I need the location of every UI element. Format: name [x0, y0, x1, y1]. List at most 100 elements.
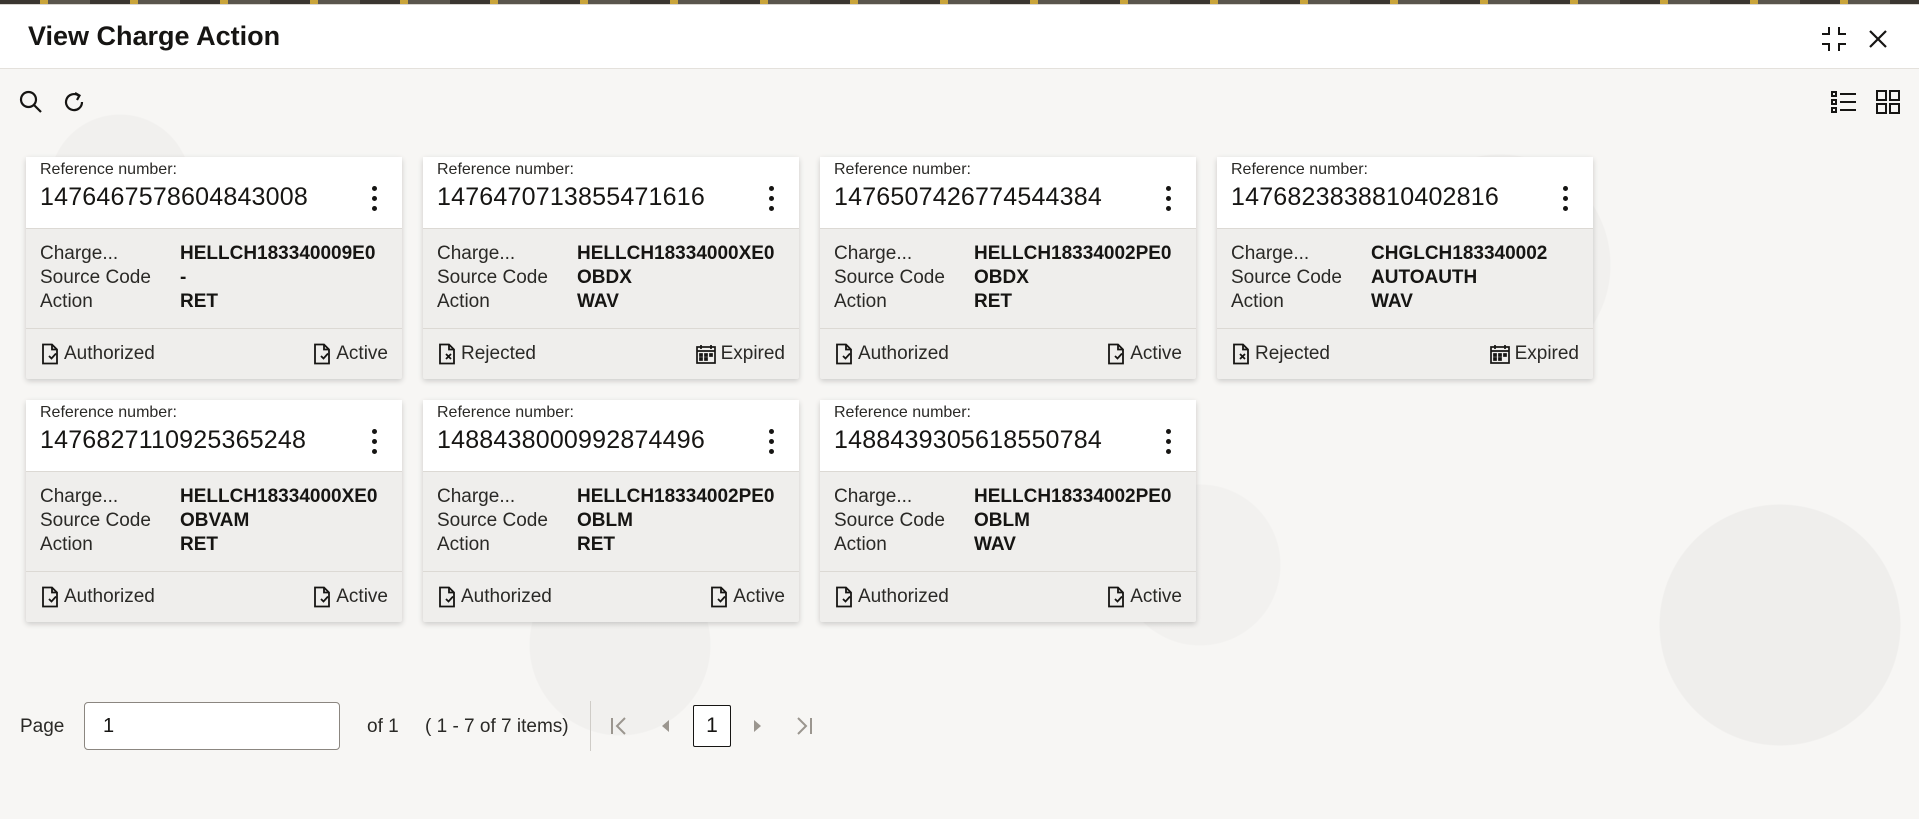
- previous-page-button[interactable]: [651, 711, 681, 741]
- record-status-text: Active: [336, 343, 388, 364]
- reference-number-label: Reference number:: [437, 404, 574, 421]
- card-actions-menu-button[interactable]: [364, 183, 384, 213]
- current-page-button[interactable]: 1: [693, 705, 731, 747]
- kebab-dot: [1165, 448, 1171, 454]
- kebab-dot: [768, 448, 774, 454]
- refresh-button[interactable]: [59, 87, 89, 117]
- last-page-icon: [797, 717, 812, 735]
- card-header: Reference number: 1476507426774544384: [820, 157, 1196, 229]
- charge-action-card[interactable]: Reference number: 1488438000992874496 Char…: [423, 400, 799, 622]
- action-value: RET: [180, 291, 218, 312]
- source-code-value: OBLM: [577, 510, 633, 531]
- kebab-dot: [768, 428, 774, 434]
- charge-row: Charge... CHGLCH183340002: [1231, 243, 1581, 267]
- action-row: Action WAV: [1231, 291, 1581, 315]
- rejected-doc-icon: [1233, 343, 1249, 365]
- authorization-status: Authorized: [834, 586, 949, 608]
- card-header: Reference number: 1488438000992874496: [423, 400, 799, 472]
- card-footer: Rejected Expired: [423, 329, 799, 379]
- list-view-button[interactable]: [1829, 87, 1859, 117]
- first-page-icon: [611, 717, 626, 735]
- record-status: Expired: [695, 343, 785, 365]
- card-actions-menu-button[interactable]: [1555, 183, 1575, 213]
- card-header: Reference number: 1476827110925365248: [26, 400, 402, 472]
- authorization-status: Rejected: [1231, 343, 1330, 365]
- action-label: Action: [437, 291, 490, 312]
- reference-number-label: Reference number:: [1231, 161, 1368, 178]
- source-code-label: Source Code: [834, 267, 945, 288]
- next-page-icon: [754, 720, 761, 732]
- authorization-status: Authorized: [437, 586, 552, 608]
- charge-action-card[interactable]: Reference number: 1476827110925365248 Char…: [26, 400, 402, 622]
- authorization-status-text: Authorized: [64, 586, 155, 607]
- charge-action-card[interactable]: Reference number: 1476507426774544384 Char…: [820, 157, 1196, 379]
- reference-number-label: Reference number:: [40, 161, 177, 178]
- action-value: RET: [180, 534, 218, 555]
- card-footer: Rejected Expired: [1217, 329, 1593, 379]
- card-actions-menu-button[interactable]: [1158, 183, 1178, 213]
- card-header: Reference number: 1476470713855471616: [423, 157, 799, 229]
- source-code-value: OBVAM: [180, 510, 250, 531]
- page-number-input[interactable]: [84, 702, 340, 750]
- next-page-button[interactable]: [742, 711, 772, 741]
- record-status: Active: [312, 586, 388, 608]
- source-code-row: Source Code OBLM: [834, 510, 1184, 534]
- kebab-dot: [1165, 195, 1171, 201]
- charge-action-card[interactable]: Reference number: 1488439305618550784 Char…: [820, 400, 1196, 622]
- action-label: Action: [834, 534, 887, 555]
- reference-number-value: 1488439305618550784: [834, 426, 1102, 454]
- card-details: Charge... HELLCH18334000XE0 Source Code OBD…: [423, 229, 799, 329]
- charge-value: HELLCH18334002PE0: [577, 486, 775, 507]
- charge-action-card[interactable]: Reference number: 1476470713855471616 Char…: [423, 157, 799, 379]
- charge-row: Charge... HELLCH18334000XE0: [437, 243, 787, 267]
- source-code-label: Source Code: [40, 510, 151, 531]
- kebab-dot: [768, 205, 774, 211]
- record-status: Active: [709, 586, 785, 608]
- card-actions-menu-button[interactable]: [761, 426, 781, 456]
- charge-row: Charge... HELLCH18334002PE0: [437, 486, 787, 510]
- source-code-value: OBLM: [974, 510, 1030, 531]
- card-actions-menu-button[interactable]: [364, 426, 384, 456]
- source-code-row: Source Code AUTOAUTH: [1231, 267, 1581, 291]
- source-code-row: Source Code OBLM: [437, 510, 787, 534]
- source-code-value: OBDX: [974, 267, 1029, 288]
- reference-number-value: 1476507426774544384: [834, 183, 1102, 211]
- active-doc-icon: [1108, 343, 1125, 365]
- action-row: Action RET: [40, 534, 390, 558]
- charge-action-card[interactable]: Reference number: 1476467578604843008 Char…: [26, 157, 402, 379]
- record-status: Active: [312, 343, 388, 365]
- authorization-status: Authorized: [40, 586, 155, 608]
- reference-number-value: 1488438000992874496: [437, 426, 705, 454]
- collapse-icon: [1822, 27, 1846, 51]
- refresh-icon: [64, 92, 84, 112]
- charge-label: Charge...: [40, 486, 119, 507]
- card-header: Reference number: 1488439305618550784: [820, 400, 1196, 472]
- card-details: Charge... HELLCH18334002PE0 Source Code OBL…: [820, 472, 1196, 572]
- source-code-row: Source Code OBDX: [437, 267, 787, 291]
- card-actions-menu-button[interactable]: [1158, 426, 1178, 456]
- charge-label: Charge...: [40, 243, 119, 264]
- charge-value: HELLCH18334000XE0: [577, 243, 775, 264]
- first-page-button[interactable]: [604, 711, 634, 741]
- card-actions-menu-button[interactable]: [761, 183, 781, 213]
- page-label: Page: [20, 716, 65, 737]
- authorization-status-text: Rejected: [1255, 343, 1330, 364]
- pager-divider: [590, 701, 591, 751]
- authorized-doc-icon: [439, 586, 455, 608]
- source-code-label: Source Code: [40, 267, 151, 288]
- close-button[interactable]: [1862, 23, 1894, 55]
- card-details: Charge... HELLCH18334002PE0 Source Code OBL…: [423, 472, 799, 572]
- charge-value: CHGLCH183340002: [1371, 243, 1548, 264]
- grid-view-button[interactable]: [1873, 87, 1903, 117]
- last-page-button[interactable]: [789, 711, 819, 741]
- card-footer: Authorized Active: [820, 329, 1196, 379]
- card-details: Charge... HELLCH18334000XE0 Source Code OBV…: [26, 472, 402, 572]
- action-row: Action WAV: [834, 534, 1184, 558]
- source-code-label: Source Code: [1231, 267, 1342, 288]
- search-button[interactable]: [16, 87, 46, 117]
- minimize-button[interactable]: [1818, 23, 1850, 55]
- reference-number-label: Reference number:: [834, 161, 971, 178]
- record-status-text: Expired: [720, 343, 785, 364]
- calendar-expired-icon: [1489, 345, 1510, 364]
- charge-action-card[interactable]: Reference number: 1476823838810402816 Char…: [1217, 157, 1593, 379]
